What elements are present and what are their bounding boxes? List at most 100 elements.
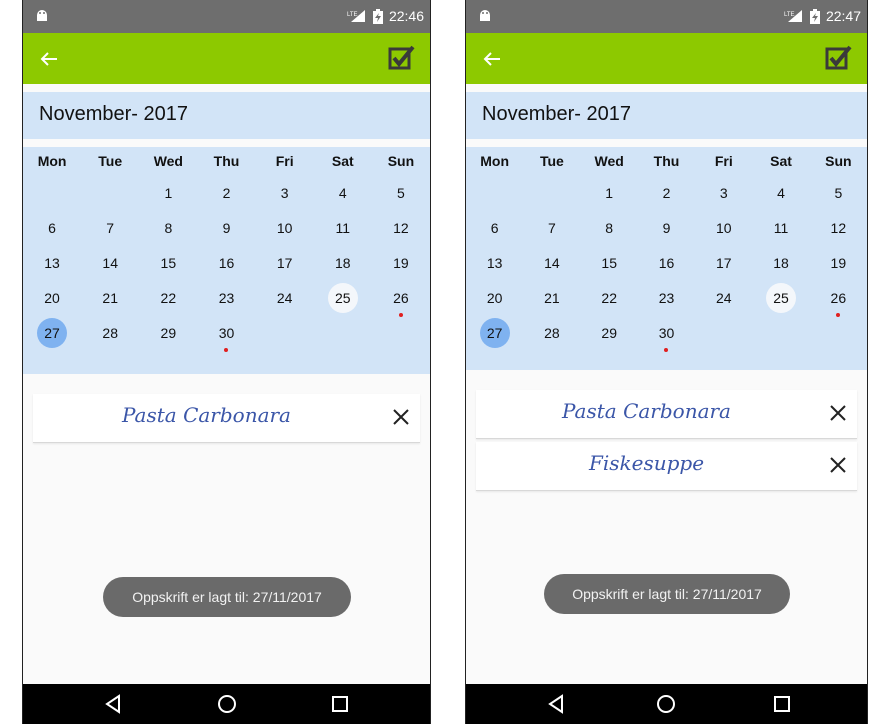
day-number: 12: [393, 219, 409, 236]
day-number: 12: [830, 219, 847, 236]
calendar-day[interactable]: 9: [651, 213, 681, 243]
day-number: 24: [715, 289, 732, 306]
calendar-day[interactable]: 14: [537, 248, 567, 278]
recipe-name[interactable]: Fiskesuppe: [476, 442, 817, 490]
calendar-day[interactable]: 4: [766, 178, 796, 208]
calendar-day[interactable]: 13: [37, 248, 67, 278]
arrow-left-icon[interactable]: [478, 45, 506, 73]
calendar-day[interactable]: 24: [709, 283, 739, 313]
calendar-day[interactable]: 28: [537, 318, 567, 348]
calendar-day[interactable]: 6: [480, 213, 510, 243]
calendar-day[interactable]: 5: [386, 178, 416, 208]
day-number: 21: [544, 289, 560, 306]
calendar-cell: 30: [638, 318, 695, 352]
month-header: November- 2017: [23, 92, 430, 139]
calendar-day-selected[interactable]: 27: [479, 317, 510, 348]
calendar-day[interactable]: 2: [211, 178, 241, 208]
calendar-day[interactable]: 15: [594, 248, 624, 278]
weekday-label: Sun: [387, 153, 415, 169]
close-icon[interactable]: [392, 408, 410, 426]
calendar-day[interactable]: 19: [823, 248, 853, 278]
calendar-day[interactable]: 2: [651, 178, 681, 208]
home-nav-icon[interactable]: [656, 694, 676, 714]
calendar-day[interactable]: 1: [153, 178, 183, 208]
calendar-day-selected[interactable]: 27: [37, 317, 68, 348]
calendar-day[interactable]: 23: [651, 283, 681, 313]
recipe-item: Pasta Carbonara: [476, 390, 857, 439]
back-nav-icon[interactable]: [103, 694, 123, 714]
calendar-day-today[interactable]: 25: [327, 282, 358, 313]
calendar-day[interactable]: 23: [211, 283, 241, 313]
weekday-label: Tue: [539, 153, 564, 169]
calendar-day[interactable]: 20: [480, 283, 510, 313]
calendar-day[interactable]: 29: [153, 318, 183, 348]
calendar-day[interactable]: 30: [211, 318, 241, 352]
weekday-label: Tue: [98, 153, 123, 169]
calendar-day[interactable]: 17: [270, 248, 300, 278]
calendar-cell: 16: [197, 248, 255, 278]
close-icon[interactable]: [829, 456, 847, 474]
recents-nav-icon[interactable]: [330, 694, 350, 714]
calendar-cell: 2: [197, 178, 255, 208]
calendar-cell: 4: [314, 178, 372, 208]
day-number: 1: [164, 184, 173, 201]
checkbox-checked-icon[interactable]: [388, 44, 416, 72]
calendar-day[interactable]: 7: [95, 213, 125, 243]
calendar-day[interactable]: 18: [328, 248, 358, 278]
calendar-day[interactable]: 20: [37, 283, 67, 313]
calendar-day[interactable]: 5: [823, 178, 853, 208]
calendar-day[interactable]: 6: [37, 213, 67, 243]
calendar-day[interactable]: 8: [594, 213, 624, 243]
calendar-day[interactable]: 21: [537, 283, 567, 313]
calendar-day[interactable]: 12: [823, 213, 853, 243]
calendar-day[interactable]: 29: [594, 318, 624, 348]
calendar-day[interactable]: 14: [95, 248, 125, 278]
calendar-week-row: 1 2 3 4 5: [466, 175, 867, 210]
calendar-cell: 21: [523, 283, 580, 313]
calendar-day[interactable]: 24: [270, 283, 300, 313]
checkbox-checked-icon[interactable]: [825, 44, 853, 72]
close-icon[interactable]: [829, 404, 847, 422]
calendar-day[interactable]: 16: [211, 248, 241, 278]
day-number: 14: [544, 254, 560, 271]
calendar-day[interactable]: 12: [386, 213, 416, 243]
calendar-day[interactable]: 10: [709, 213, 739, 243]
calendar-day[interactable]: 7: [537, 213, 567, 243]
day-number: 5: [397, 184, 405, 201]
calendar-day-today[interactable]: 25: [766, 282, 797, 313]
month-title: November- 2017: [482, 103, 631, 125]
calendar-day[interactable]: 28: [95, 318, 125, 348]
calendar-day[interactable]: 26: [823, 283, 853, 317]
calendar-day[interactable]: 18: [766, 248, 796, 278]
calendar-day[interactable]: 3: [709, 178, 739, 208]
recipe-list: Pasta Carbonara: [33, 394, 420, 446]
calendar-day[interactable]: 21: [95, 283, 125, 313]
calendar-day[interactable]: 16: [651, 248, 681, 278]
recipe-name[interactable]: Pasta Carbonara: [476, 390, 817, 438]
recipe-name[interactable]: Pasta Carbonara: [33, 394, 380, 442]
calendar-cell: 1: [581, 178, 638, 208]
calendar-day[interactable]: 22: [153, 283, 183, 313]
calendar-day[interactable]: 30: [651, 318, 681, 352]
calendar-day[interactable]: 3: [270, 178, 300, 208]
calendar-day[interactable]: 10: [270, 213, 300, 243]
calendar-day[interactable]: 8: [153, 213, 183, 243]
back-nav-icon[interactable]: [546, 694, 566, 714]
calendar-day[interactable]: 4: [328, 178, 358, 208]
calendar-day[interactable]: 17: [709, 248, 739, 278]
calendar-day[interactable]: 13: [480, 248, 510, 278]
calendar-cell: 29: [139, 318, 197, 348]
recents-nav-icon[interactable]: [772, 694, 792, 714]
calendar-day[interactable]: 22: [594, 283, 624, 313]
arrow-left-icon[interactable]: [35, 45, 63, 73]
day-number: 23: [218, 289, 235, 306]
calendar-day[interactable]: 19: [386, 248, 416, 278]
weekday-header: Mon Tue Wed Thu Fri Sat Sun: [23, 147, 430, 175]
calendar-day[interactable]: 1: [594, 178, 624, 208]
calendar-day[interactable]: 9: [211, 213, 241, 243]
calendar-day[interactable]: 11: [328, 213, 358, 243]
home-nav-icon[interactable]: [217, 694, 237, 714]
calendar-day[interactable]: 15: [153, 248, 183, 278]
calendar-day[interactable]: 26: [386, 283, 416, 317]
calendar-day[interactable]: 11: [766, 213, 796, 243]
